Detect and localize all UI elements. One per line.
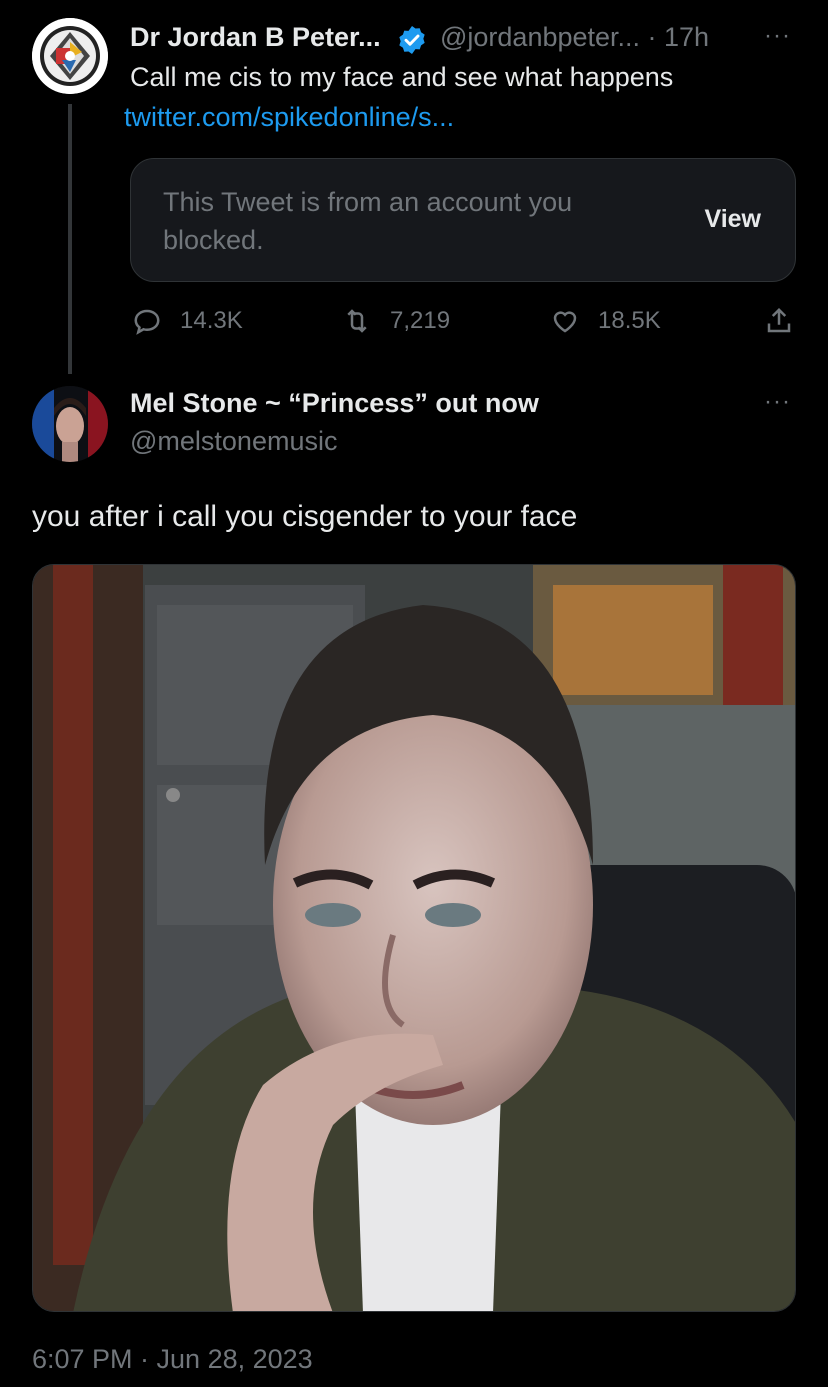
original-author-handle-time[interactable]: @jordanbpeter... · 17h <box>440 22 709 53</box>
reply-icon <box>134 309 160 335</box>
verified-badge-icon <box>399 26 425 54</box>
share-icon <box>767 307 791 333</box>
reply-author-handle[interactable]: @melstonemusic <box>130 426 337 457</box>
reply-tweet-more-icon[interactable]: ··· <box>764 388 791 416</box>
original-tweet-more-icon[interactable]: ··· <box>764 22 791 50</box>
like-count: 18.5K <box>598 307 661 334</box>
reply-tweet-text: you after i call you cisgender to your f… <box>32 500 578 533</box>
retweet-count: 7,219 <box>390 307 451 334</box>
original-tweet-text: Call me cis to my face and see what happ… <box>130 62 674 92</box>
reply-count: 14.3K <box>180 307 243 334</box>
view-button[interactable]: View <box>704 205 761 234</box>
blocked-message: This Tweet is from an account you blocke… <box>163 187 573 255</box>
thread-connector-line <box>68 104 72 374</box>
reply-action[interactable]: 14.3K <box>132 306 243 336</box>
tweet-photo[interactable] <box>32 564 796 1312</box>
original-tweet-link[interactable]: twitter.com/spikedonline/s... <box>124 102 454 133</box>
blocked-quote-card: This Tweet is from an account you blocke… <box>130 158 796 282</box>
mel-stone-avatar[interactable] <box>32 386 108 462</box>
reply-author-name[interactable]: Mel Stone ~ “Princess” out now <box>130 388 539 419</box>
heart-icon <box>553 311 577 333</box>
share-action[interactable] <box>764 306 794 336</box>
retweet-icon <box>347 309 367 333</box>
like-action[interactable]: 18.5K <box>550 306 661 336</box>
reply-timestamp: 6:07 PM · Jun 28, 2023 <box>32 1344 313 1374</box>
retweet-action[interactable]: 7,219 <box>342 306 450 336</box>
jordan-peterson-avatar[interactable] <box>32 18 108 94</box>
original-author-name[interactable]: Dr Jordan B Peter... <box>130 22 381 53</box>
